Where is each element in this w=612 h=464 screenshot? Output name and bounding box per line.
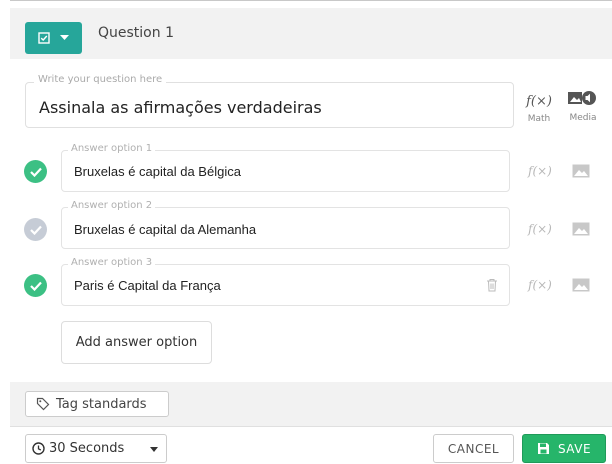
media-label: Media xyxy=(569,113,597,123)
answer-option-2-text[interactable]: Bruxelas é capital da Alemanha xyxy=(74,222,256,237)
question-number-label: Question 1 xyxy=(98,25,174,41)
correct-toggle-3[interactable] xyxy=(24,274,47,297)
clock-icon xyxy=(32,442,45,455)
question-type-button[interactable] xyxy=(25,22,82,54)
math-icon: f(×) xyxy=(526,94,552,109)
check-icon xyxy=(29,281,42,291)
correct-toggle-2[interactable] xyxy=(24,218,47,241)
question-header: Question 1 xyxy=(10,8,612,59)
option-2-math-icon[interactable]: f(×) xyxy=(528,222,552,236)
question-placeholder: Write your question here xyxy=(34,74,167,85)
top-border xyxy=(10,0,612,1)
question-text[interactable]: Assinala as afirmações verdadeiras xyxy=(39,98,322,117)
option-3-math-icon[interactable]: f(×) xyxy=(528,278,552,292)
caret-down-icon xyxy=(60,35,69,40)
footer-divider xyxy=(10,426,612,427)
option-1-math-icon[interactable]: f(×) xyxy=(528,164,552,178)
option-1-image-icon[interactable] xyxy=(572,163,590,182)
check-icon xyxy=(29,167,42,177)
answer-option-3-text[interactable]: Paris é Capital da França xyxy=(74,278,221,293)
caret-down-icon xyxy=(150,447,158,452)
option-2-image-icon[interactable] xyxy=(572,221,590,240)
answer-option-1-legend: Answer option 1 xyxy=(68,143,156,154)
time-limit-value: 30 Seconds xyxy=(49,441,125,456)
tag-standards-label: Tag standards xyxy=(56,396,147,412)
math-button[interactable]: f(×) Math xyxy=(524,94,554,124)
check-icon xyxy=(29,225,42,235)
answer-option-3-legend: Answer option 3 xyxy=(68,257,156,268)
media-icon xyxy=(568,91,596,105)
cancel-button[interactable]: CANCEL xyxy=(433,434,514,463)
answer-option-2-legend: Answer option 2 xyxy=(68,200,156,211)
save-button[interactable]: SAVE xyxy=(522,434,606,463)
tag-icon xyxy=(36,397,50,411)
time-limit-select[interactable]: 30 Seconds xyxy=(25,434,167,463)
correct-toggle-1[interactable] xyxy=(24,160,47,183)
save-icon xyxy=(537,443,549,454)
save-label: SAVE xyxy=(557,441,592,456)
option-3-image-icon[interactable] xyxy=(572,277,590,296)
math-label: Math xyxy=(527,114,551,124)
trash-icon[interactable] xyxy=(486,277,498,296)
tag-standards-button[interactable]: Tag standards xyxy=(25,391,169,417)
checkbox-icon xyxy=(38,32,50,44)
answer-option-1-text[interactable]: Bruxelas é capital da Bélgica xyxy=(74,164,241,179)
media-button[interactable]: Media xyxy=(565,90,601,123)
add-answer-option-button[interactable]: Add answer option xyxy=(61,321,212,364)
